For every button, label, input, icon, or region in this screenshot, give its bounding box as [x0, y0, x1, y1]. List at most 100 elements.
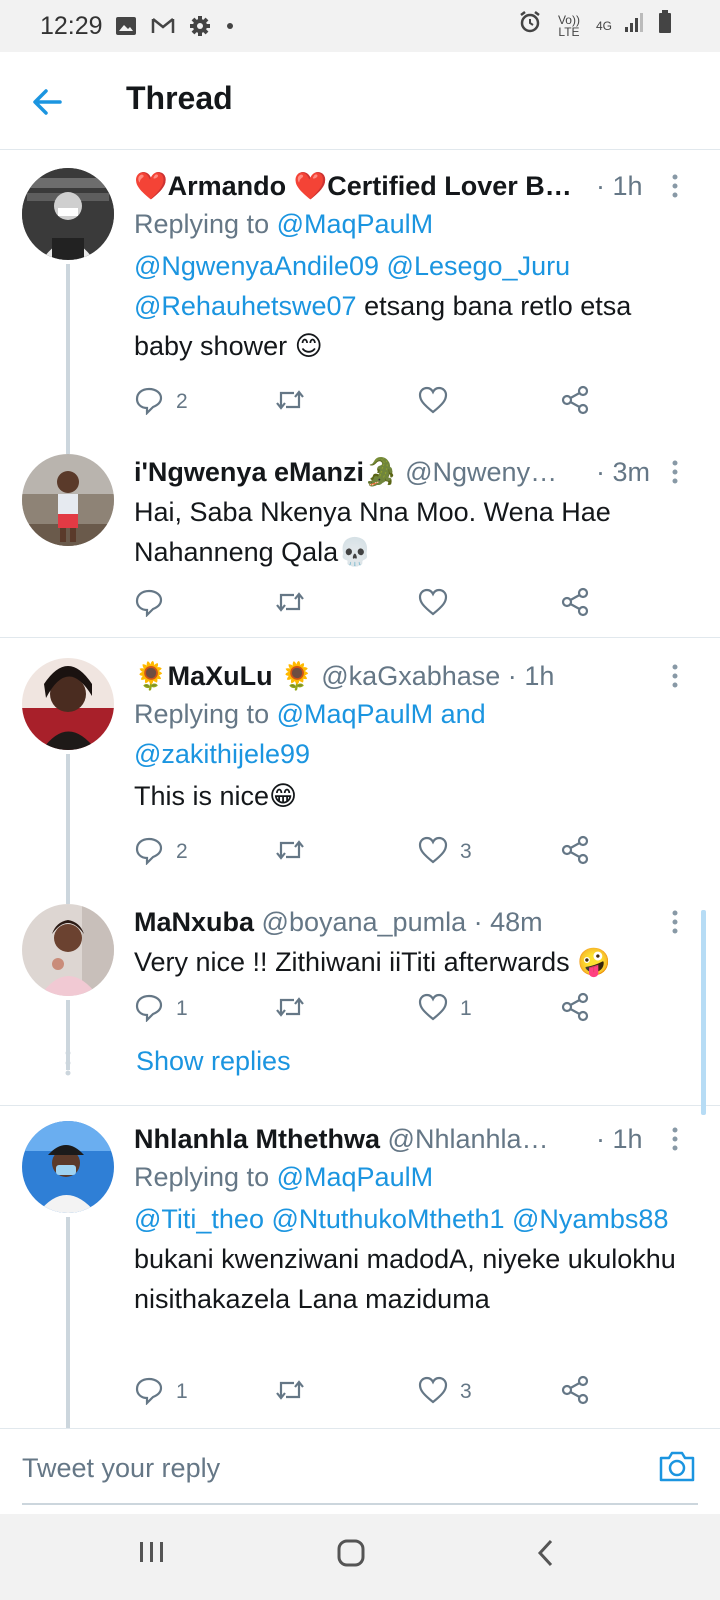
divider [0, 637, 720, 638]
tweet-text: Hai, Saba Nkenya Nna Moo. Wena Hae Nahan… [134, 497, 611, 567]
retweet-button[interactable] [274, 832, 306, 872]
page-title: Thread [126, 80, 233, 116]
tweet-actions [134, 584, 614, 624]
reply-icon [134, 835, 164, 870]
settings-gear-icon [189, 15, 211, 37]
replying-to-link[interactable]: @MaqPaulM [277, 1162, 433, 1192]
status-time: 12:29 [40, 11, 103, 40]
reply-button[interactable] [134, 584, 164, 624]
show-replies-link[interactable]: Show replies [136, 1046, 291, 1077]
retweet-button[interactable] [274, 989, 306, 1029]
retweet-button[interactable] [274, 584, 306, 624]
author-handle: @boyana_pumla [261, 907, 467, 937]
share-button[interactable] [560, 382, 590, 422]
scrollbar[interactable] [701, 910, 706, 1115]
avatar[interactable] [22, 454, 114, 546]
like-button[interactable] [418, 584, 448, 624]
tweet-text: bukani kwenziwani madodA, niyeke ukulokh… [134, 1244, 676, 1314]
like-button[interactable]: 3 [418, 832, 472, 872]
share-button[interactable] [560, 1372, 590, 1412]
reply-button[interactable]: 2 [134, 382, 188, 422]
heart-icon [418, 386, 448, 419]
share-button[interactable] [560, 832, 590, 872]
status-right: Vo)) LTE 4G [518, 10, 672, 41]
author-handle: @kaGxabhase [321, 661, 501, 691]
replying-to-link[interactable]: @MaqPaulM [277, 209, 433, 239]
app-bar: Thread [0, 52, 720, 150]
notification-dot-icon [225, 21, 235, 31]
heart-icon [418, 993, 448, 1026]
more-options-icon[interactable] [670, 172, 680, 202]
tweet-time: · 1h [596, 171, 643, 201]
signal-icon [624, 11, 646, 40]
author-name[interactable]: 🌻MaXuLu 🌻 [134, 661, 314, 691]
author-name[interactable]: Nhlanhla Mthethwa [134, 1124, 380, 1154]
back-arrow-icon[interactable] [28, 82, 68, 122]
reply-count: 2 [176, 390, 188, 413]
author-name[interactable]: i'Ngwenya eManzi🐊 [134, 457, 398, 487]
replying-label: Replying to [134, 209, 270, 239]
tweet-time: 1h [524, 661, 555, 691]
more-options-icon[interactable] [670, 1125, 680, 1155]
tweet-time: 48m [490, 907, 543, 937]
share-button[interactable] [560, 584, 590, 624]
system-nav-bar [0, 1514, 720, 1600]
reply-input[interactable]: Tweet your reply [22, 1453, 220, 1484]
reply-icon [134, 587, 164, 622]
replying-to-link-2[interactable]: @zakithijele99 [134, 739, 310, 769]
camera-icon[interactable] [658, 1449, 696, 1488]
author-handle: @Ngweny… [405, 457, 558, 487]
status-bar: 12:29 Vo)) LTE 4G [0, 0, 720, 52]
battery-icon [658, 10, 672, 41]
tweet-content: 🌻MaXuLu 🌻 @kaGxabhase · 1h Replying to @… [134, 658, 680, 816]
more-options-icon[interactable] [670, 662, 680, 692]
avatar[interactable] [22, 1121, 114, 1213]
gmail-icon [151, 17, 175, 35]
share-button[interactable] [560, 989, 590, 1029]
tweet-content: MaNxuba @boyana_pumla · 48m Very nice !!… [134, 904, 680, 982]
recent-apps-icon[interactable] [138, 1538, 166, 1571]
thread-line [66, 264, 70, 454]
like-count: 3 [460, 1380, 472, 1403]
author-name[interactable]: ❤️Armando ❤️Certified Lover B… [134, 171, 572, 201]
reply-count: 1 [176, 1380, 188, 1403]
share-icon [560, 835, 590, 870]
replying-label: Replying to [134, 699, 270, 729]
reply-icon [134, 385, 164, 420]
gallery-icon [115, 16, 137, 36]
retweet-button[interactable] [274, 382, 306, 422]
retweet-button[interactable] [274, 1372, 306, 1412]
share-icon [560, 1375, 590, 1410]
reply-count: 2 [176, 840, 188, 863]
mention-links[interactable]: @Titi_theo @NtuthukoMtheth1 @Nyambs88 [134, 1204, 668, 1234]
avatar[interactable] [22, 904, 114, 996]
heart-icon [418, 588, 448, 621]
home-icon[interactable] [336, 1538, 366, 1573]
share-icon [560, 587, 590, 622]
reply-button[interactable]: 2 [134, 832, 188, 872]
retweet-icon [274, 587, 306, 622]
more-options-icon[interactable] [670, 908, 680, 938]
like-button[interactable]: 3 [418, 1372, 472, 1412]
like-button[interactable]: 1 [418, 989, 472, 1029]
reply-composer[interactable]: Tweet your reply [0, 1428, 720, 1515]
share-icon [560, 385, 590, 420]
replying-to-link[interactable]: @MaqPaulM and [277, 699, 486, 729]
avatar[interactable] [22, 658, 114, 750]
thread-feed[interactable]: ❤️Armando ❤️Certified Lover B… Replying … [0, 150, 720, 1428]
retweet-icon [274, 992, 306, 1027]
reply-button[interactable]: 1 [134, 1372, 188, 1412]
share-icon [560, 992, 590, 1027]
like-button[interactable] [418, 382, 448, 422]
reply-input-underline [22, 1503, 698, 1505]
back-icon[interactable] [536, 1538, 556, 1573]
volte-label: Vo)) LTE [557, 12, 580, 39]
reply-button[interactable]: 1 [134, 989, 188, 1029]
author-name[interactable]: MaNxuba [134, 907, 254, 937]
like-count: 1 [460, 997, 472, 1020]
reply-icon [134, 1375, 164, 1410]
author-handle: @Nhlanhla… [387, 1124, 549, 1154]
more-options-icon[interactable] [670, 458, 680, 488]
avatar[interactable] [22, 168, 114, 260]
replying-label: Replying to [134, 1162, 270, 1192]
